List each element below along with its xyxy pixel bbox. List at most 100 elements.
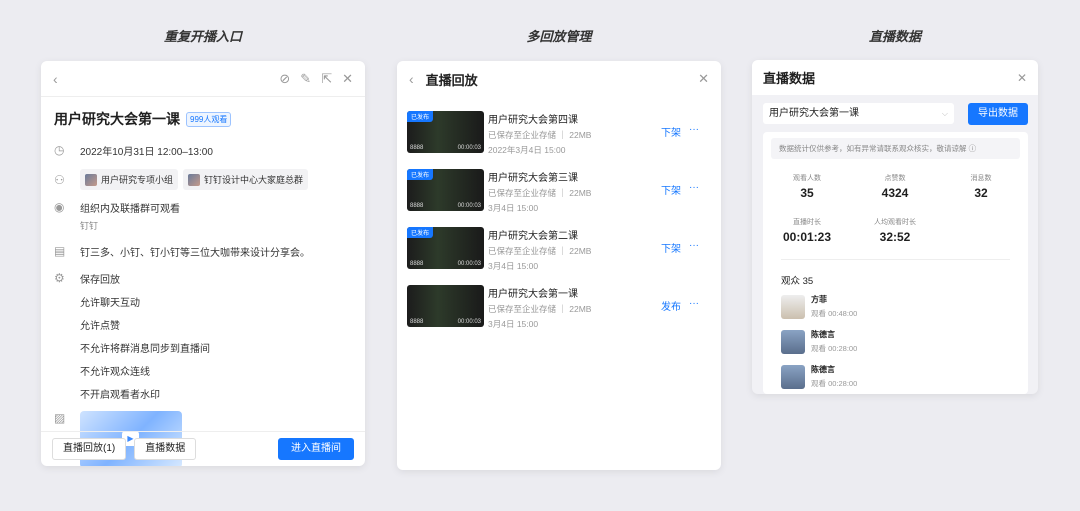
metric-value: 32:52	[879, 230, 911, 244]
export-button[interactable]: 导出数据	[968, 103, 1028, 125]
storage: 已保存至企业存储	[488, 304, 557, 314]
help-icon[interactable]: ⓘ	[969, 144, 977, 153]
description: 钉三多、小钉、钉小钉等三位大咖带来设计分享会。	[80, 248, 310, 259]
replay-name: 用户研究大会第二课	[488, 231, 578, 242]
back-icon[interactable]: ‹	[53, 71, 58, 87]
publish-toggle-button[interactable]: 下架	[661, 124, 681, 139]
video-thumbnail[interactable]: 8888 00:00:03	[407, 285, 484, 327]
users-icon: ⚇	[54, 172, 65, 187]
viewer-item[interactable]: 陈德言 观看 00:28:00	[781, 329, 857, 354]
setting-item: 不允许观众连线	[80, 367, 150, 378]
close-icon[interactable]: ✕	[342, 71, 353, 87]
viewer-item[interactable]: 方菲 观看 00:48:00	[781, 294, 857, 319]
enter-live-button[interactable]: 进入直播间	[278, 438, 354, 460]
metric-value: 00:01:23	[782, 230, 832, 244]
file-size: 22MB	[569, 188, 592, 198]
more-icon[interactable]: ···	[689, 240, 699, 255]
duration: 00:00:03	[457, 319, 481, 325]
notice: 数据统计仅供参考，如有异常请联系观众核实，敬请谅解 ⓘ	[771, 138, 1020, 159]
edit-icon[interactable]: ✎	[300, 71, 311, 87]
replay-item[interactable]: 已发布 8888 00:00:03 用户研究大会第三课 已保存至企业存储 ｜ 22MB…	[407, 169, 721, 227]
divider	[781, 259, 1010, 260]
live-title: 用户研究大会第一课	[54, 111, 180, 127]
replay-date: 3月4日 15:00	[488, 261, 539, 271]
file-size: 22MB	[569, 246, 592, 256]
duration: 00:00:03	[457, 203, 481, 209]
group-chip[interactable]: 用户研究专项小组	[80, 169, 179, 190]
file-size: 22MB	[569, 130, 592, 140]
video-thumbnail[interactable]: 已发布 8888 00:00:03	[407, 227, 484, 269]
status-tag: 已发布	[407, 227, 434, 238]
setting-item: 保存回放	[80, 275, 120, 286]
caption-stats: 直播数据	[868, 29, 921, 44]
metric-value: 35	[800, 186, 814, 200]
replay-name: 用户研究大会第一课	[488, 289, 578, 300]
ban-icon[interactable]: ⊘	[279, 71, 290, 87]
share-icon[interactable]: ⇱	[321, 71, 332, 87]
metric-label: 消息数	[970, 175, 992, 182]
close-icon[interactable]: ✕	[698, 71, 709, 87]
view-count: 8888	[410, 261, 424, 267]
session-select[interactable]: 用户研究大会第一课 ⌵	[763, 103, 954, 124]
publish-toggle-button[interactable]: 下架	[661, 240, 681, 255]
metric-value: 32	[974, 186, 988, 200]
live-detail-panel: ‹ ⊘ ✎ ⇱ ✕ 用户研究大会第一课 999人观看 ◷ 2022年10月31日 1…	[41, 61, 365, 466]
metric-value: 4324	[881, 186, 909, 200]
storage: 已保存至企业存储	[488, 130, 557, 140]
avatar	[781, 364, 805, 389]
more-icon[interactable]: ···	[689, 182, 699, 197]
org-name: 钉钉	[80, 221, 99, 231]
stats-button[interactable]: 直播数据	[134, 438, 197, 460]
metric-label: 人均观看时长	[874, 219, 916, 226]
setting-item: 允许点赞	[80, 321, 120, 332]
status-tag: 已发布	[407, 169, 434, 180]
replay-name: 用户研究大会第三课	[488, 173, 578, 184]
stats-panel: 直播数据 ✕ 用户研究大会第一课 ⌵ 导出数据 数据统计仅供参考，如有异常请联系观众…	[752, 60, 1038, 394]
replay-item[interactable]: 8888 00:00:03 用户研究大会第一课 已保存至企业存储 ｜ 22MB 3月4…	[407, 285, 721, 343]
viewer-item[interactable]: 陈德言 观看 00:28:00	[781, 364, 857, 389]
publish-toggle-button[interactable]: 下架	[661, 182, 681, 197]
eye-icon: ◉	[54, 200, 65, 214]
avatar	[781, 294, 805, 319]
video-thumbnail[interactable]: 已发布 8888 00:00:03	[407, 169, 484, 211]
avatar	[781, 329, 805, 354]
video-thumbnail[interactable]: 已发布 8888 00:00:03	[407, 111, 484, 153]
replay-button[interactable]: 直播回放(1)	[52, 438, 127, 460]
replay-panel: ‹ 直播回放 ✕ 已发布 8888 00:00:03 用户研究大会第四课 已保存至企业…	[397, 61, 721, 470]
chevron-down-icon: ⌵	[941, 109, 948, 118]
storage: 已保存至企业存储	[488, 246, 557, 256]
live-time: 2022年10月31日 12:00–13:00	[80, 147, 213, 158]
setting-item: 不允许将群消息同步到直播间	[80, 344, 210, 355]
viewers-badge: 999人观看	[186, 111, 232, 127]
panel-title: 直播数据	[763, 71, 816, 86]
view-count: 8888	[410, 203, 424, 209]
more-icon[interactable]: ···	[689, 298, 699, 313]
replay-name: 用户研究大会第四课	[488, 115, 578, 126]
replay-date: 3月4日 15:00	[488, 319, 539, 329]
replay-date: 3月4日 15:00	[488, 203, 539, 213]
setting-item: 不开启观看者水印	[80, 390, 160, 401]
metric-label: 点赞数	[884, 175, 906, 182]
audience-title: 观众 35	[781, 276, 814, 287]
back-icon[interactable]: ‹	[409, 71, 414, 87]
group-chip[interactable]: 钉钉设计中心大家庭总群	[183, 169, 309, 190]
caption-replay: 多回放管理	[526, 29, 592, 44]
metric-label: 观看人数	[793, 175, 821, 182]
view-count: 8888	[410, 319, 424, 325]
close-icon[interactable]: ✕	[1017, 71, 1027, 85]
replay-item[interactable]: 已发布 8888 00:00:03 用户研究大会第四课 已保存至企业存储 ｜ 22MB…	[407, 111, 721, 169]
more-icon[interactable]: ···	[689, 124, 699, 139]
status-tag: 已发布	[407, 111, 434, 122]
view-count: 8888	[410, 145, 424, 151]
metric-label: 直播时长	[793, 219, 821, 226]
storage: 已保存至企业存储	[488, 188, 557, 198]
clock-icon: ◷	[54, 143, 65, 157]
panel-title: 直播回放	[425, 72, 478, 88]
duration: 00:00:03	[457, 145, 481, 151]
duration: 00:00:03	[457, 261, 481, 267]
settings-icon: ⚙	[54, 271, 65, 285]
visibility: 组织内及联播群可观看	[80, 204, 180, 215]
file-size: 22MB	[569, 304, 592, 314]
publish-toggle-button[interactable]: 发布	[661, 298, 681, 313]
replay-item[interactable]: 已发布 8888 00:00:03 用户研究大会第二课 已保存至企业存储 ｜ 22MB…	[407, 227, 721, 285]
